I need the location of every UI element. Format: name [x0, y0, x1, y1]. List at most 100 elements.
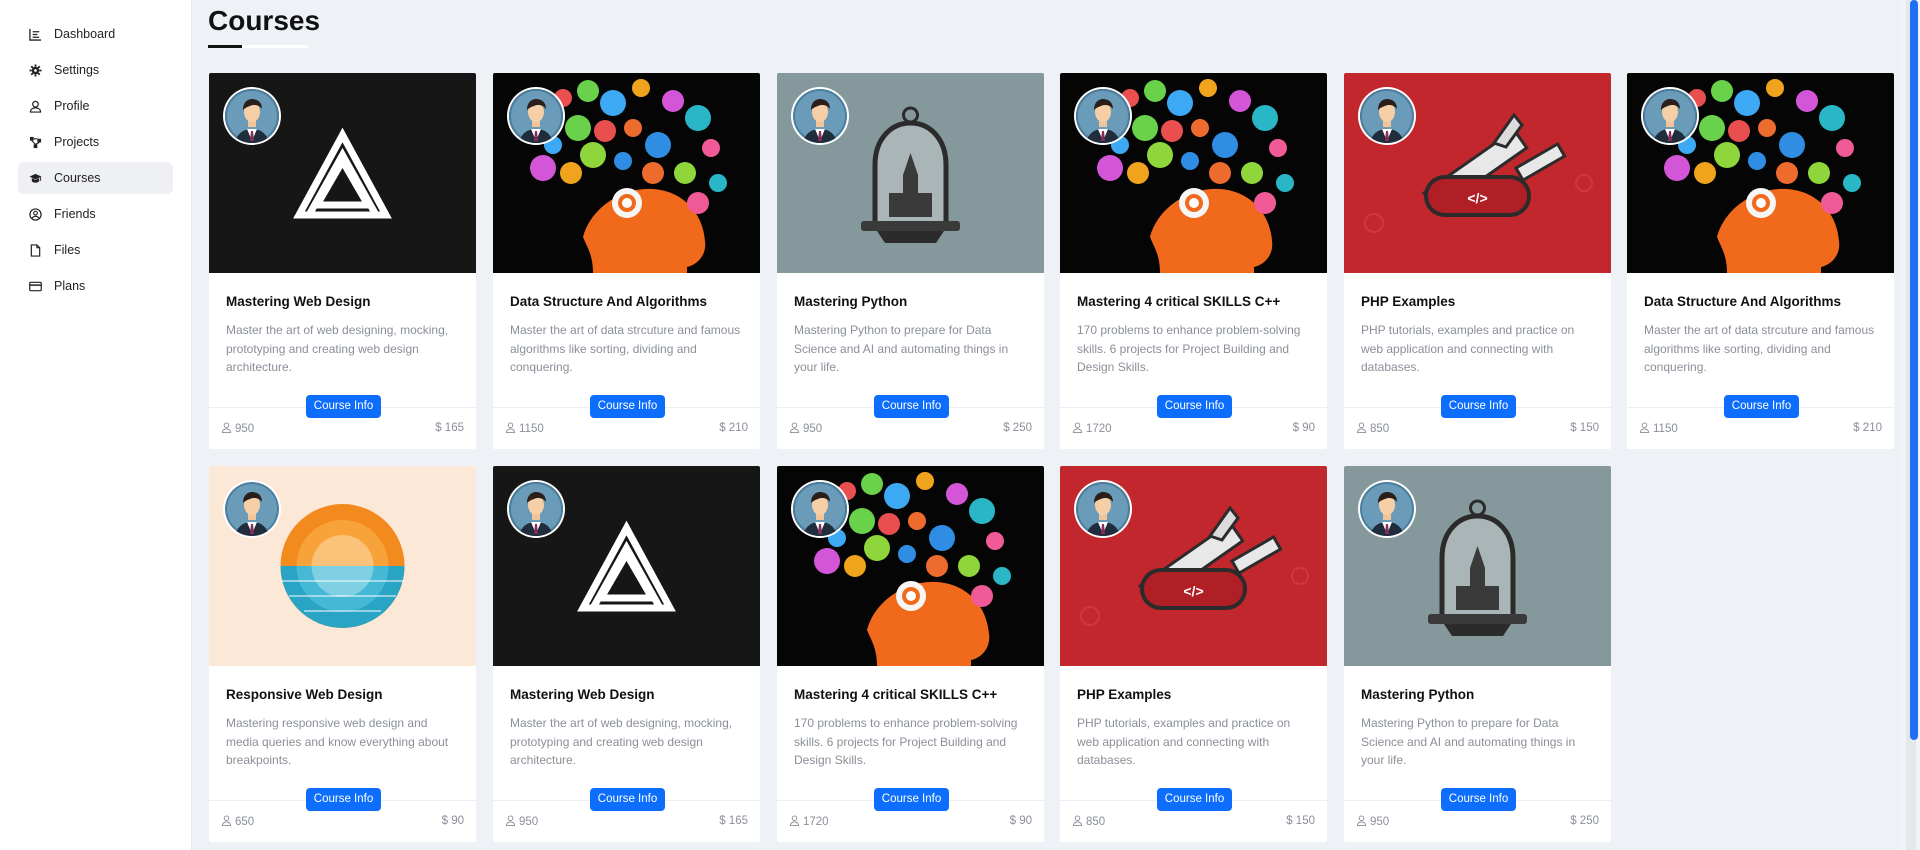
course-price: $ 90 — [1292, 422, 1315, 434]
sidebar-item-plans[interactable]: Plans — [18, 270, 173, 302]
user-icon — [221, 815, 235, 829]
course-description: Master the art of web designing, mocking… — [510, 716, 733, 767]
student-count: 950 — [789, 422, 822, 436]
instructor-avatar — [1360, 482, 1414, 536]
user-icon — [789, 815, 803, 829]
course-card[interactable]: Data Structure And Algorithms Master the … — [493, 73, 760, 449]
course-title[interactable]: Mastering Python — [794, 294, 907, 309]
course-info-button[interactable]: Course Info — [1724, 395, 1799, 418]
course-title[interactable]: Mastering Web Design — [226, 294, 371, 309]
course-title[interactable]: Mastering Python — [1361, 687, 1474, 702]
course-title[interactable]: Mastering Web Design — [510, 687, 655, 702]
sidebar-item-label: Dashboard — [54, 27, 116, 41]
course-price: $ 250 — [1003, 422, 1032, 434]
sidebar-item-label: Plans — [54, 279, 86, 293]
user-icon — [789, 422, 803, 436]
sidebar-item-label: Friends — [54, 207, 96, 221]
student-count: 1720 — [1072, 422, 1112, 436]
course-description: Mastering Python to prepare for Data Sci… — [1361, 716, 1576, 767]
user-icon — [221, 422, 235, 436]
scrollbar[interactable] — [1902, 0, 1920, 850]
sidebar-item-dashboard[interactable]: Dashboard — [18, 18, 173, 50]
user-icon — [28, 99, 42, 113]
course-info-button[interactable]: Course Info — [1157, 788, 1232, 811]
course-description: Master the art of data strcuture and fam… — [510, 323, 741, 374]
user-icon — [1356, 815, 1370, 829]
sidebar-item-friends[interactable]: Friends — [18, 198, 173, 230]
dashboard-icon — [28, 27, 42, 41]
course-description: PHP tutorials, examples and practice on … — [1361, 323, 1575, 374]
instructor-avatar — [225, 482, 279, 536]
sidebar-item-label: Projects — [54, 135, 100, 149]
course-info-button[interactable]: Course Info — [1441, 788, 1516, 811]
student-count: 950 — [221, 422, 254, 436]
course-title[interactable]: Mastering 4 critical SKILLS C++ — [1077, 294, 1280, 309]
course-info-button[interactable]: Course Info — [590, 788, 665, 811]
course-title[interactable]: Data Structure And Algorithms — [510, 294, 707, 309]
course-description: Mastering responsive web design and medi… — [226, 716, 449, 767]
sidebar-item-label: Profile — [54, 99, 90, 113]
main-content: Courses Mastering Web Design Master the a… — [192, 0, 1902, 850]
sidebar: Dashboard Settings Profile Projects Cour… — [0, 0, 192, 850]
student-count: 850 — [1072, 815, 1105, 829]
instructor-avatar — [1076, 482, 1130, 536]
scrollbar-thumb[interactable] — [1910, 0, 1918, 740]
course-price: $ 90 — [441, 815, 464, 827]
course-card[interactable]: Mastering Python Mastering Python to prep… — [777, 73, 1044, 449]
user-icon — [1072, 815, 1086, 829]
student-count: 950 — [505, 815, 538, 829]
course-title[interactable]: Data Structure And Algorithms — [1644, 294, 1841, 309]
course-card[interactable]: Mastering Web Design Master the art of we… — [209, 73, 476, 449]
course-title[interactable]: Responsive Web Design — [226, 687, 383, 702]
course-card[interactable]: Mastering 4 critical SKILLS C++ 170 probl… — [777, 466, 1044, 842]
course-info-button[interactable]: Course Info — [306, 788, 381, 811]
course-title[interactable]: Mastering 4 critical SKILLS C++ — [794, 687, 997, 702]
instructor-avatar — [1360, 89, 1414, 143]
sidebar-item-profile[interactable]: Profile — [18, 90, 173, 122]
course-title[interactable]: PHP Examples — [1077, 687, 1171, 702]
course-price: $ 90 — [1009, 815, 1032, 827]
course-card[interactable]: </> PHP Examples PHP tutorials, examples a… — [1344, 73, 1611, 449]
user-icon — [505, 422, 519, 436]
user-icon — [1072, 422, 1086, 436]
page-title: Courses — [208, 5, 321, 36]
course-card[interactable]: Mastering Web Design Master the art of we… — [493, 466, 760, 842]
sidebar-item-files[interactable]: Files — [18, 234, 173, 266]
credit-card-icon — [28, 279, 42, 293]
course-title[interactable]: PHP Examples — [1361, 294, 1455, 309]
course-info-button[interactable]: Course Info — [1157, 395, 1232, 418]
course-info-button[interactable]: Course Info — [590, 395, 665, 418]
instructor-avatar — [793, 89, 847, 143]
instructor-avatar — [225, 89, 279, 143]
course-card[interactable]: Mastering Python Mastering Python to prep… — [1344, 466, 1611, 842]
student-count: 850 — [1356, 422, 1389, 436]
file-icon — [28, 243, 42, 257]
course-card[interactable]: Responsive Web Design Mastering responsiv… — [209, 466, 476, 842]
course-card[interactable]: Mastering 4 critical SKILLS C++ 170 probl… — [1060, 73, 1327, 449]
sidebar-item-label: Files — [54, 243, 81, 257]
sidebar-item-settings[interactable]: Settings — [18, 54, 173, 86]
instructor-avatar — [509, 482, 563, 536]
course-description: Master the art of data strcuture and fam… — [1644, 323, 1875, 374]
course-info-button[interactable]: Course Info — [874, 788, 949, 811]
course-price: $ 165 — [435, 422, 464, 434]
course-info-button[interactable]: Course Info — [1441, 395, 1516, 418]
course-price: $ 165 — [719, 815, 748, 827]
course-info-button[interactable]: Course Info — [306, 395, 381, 418]
user-icon — [1356, 422, 1370, 436]
course-description: 170 problems to enhance problem-solving … — [794, 716, 1018, 767]
graduation-cap-icon — [28, 171, 42, 185]
student-count: 950 — [1356, 815, 1389, 829]
student-count: 1720 — [789, 815, 829, 829]
course-info-button[interactable]: Course Info — [874, 395, 949, 418]
user-icon — [505, 815, 519, 829]
projects-icon — [28, 135, 42, 149]
sidebar-item-projects[interactable]: Projects — [18, 126, 173, 158]
course-price: $ 210 — [1853, 422, 1882, 434]
instructor-avatar — [1643, 89, 1697, 143]
course-description: Mastering Python to prepare for Data Sci… — [794, 323, 1009, 374]
course-card[interactable]: Data Structure And Algorithms Master the … — [1627, 73, 1894, 449]
svg-text:</>: </> — [1467, 190, 1487, 206]
sidebar-item-courses[interactable]: Courses — [18, 162, 173, 194]
course-card[interactable]: </> PHP Examples PHP tutorials, examples a… — [1060, 466, 1327, 842]
